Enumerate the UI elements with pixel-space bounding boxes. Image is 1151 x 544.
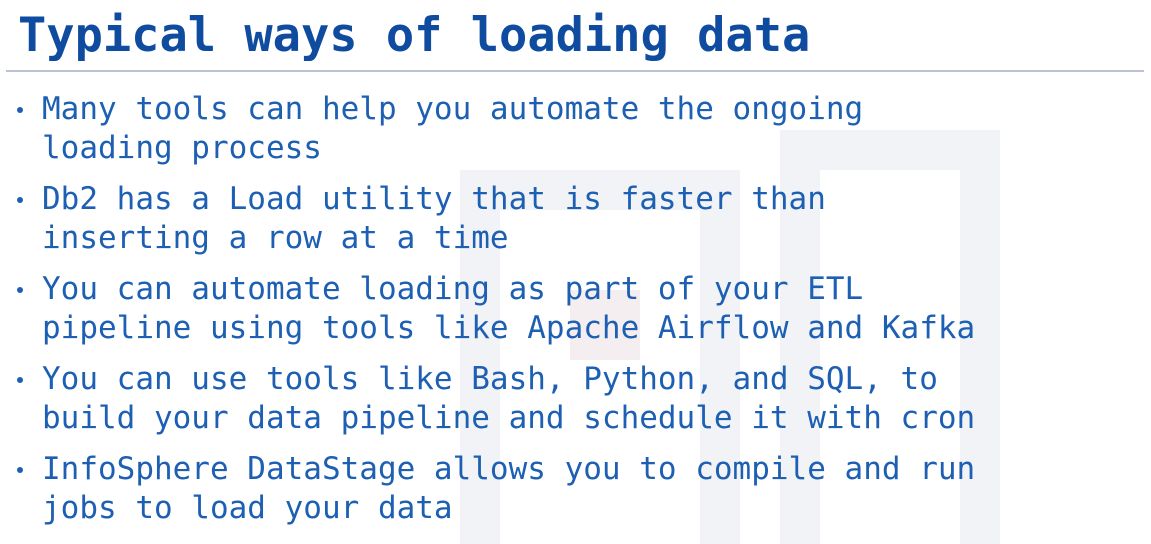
slide: Typical ways of loading data Many tools …	[0, 0, 1151, 544]
bullet-line: Db2 has a Load utility that is faster th…	[42, 181, 826, 217]
bullet-line: You can automate loading as part of your…	[42, 271, 864, 307]
bullet-dot-icon	[17, 107, 23, 113]
bullet-line: You can use tools like Bash, Python, and…	[42, 361, 938, 397]
bullet-line: jobs to load your data	[42, 490, 453, 526]
bullet-line: InfoSphere DataStage allows you to compi…	[42, 451, 976, 487]
bullet-dot-icon	[17, 377, 23, 383]
bullet-item: InfoSphere DataStage allows you to compi…	[0, 450, 975, 528]
bullet-line: loading process	[42, 130, 322, 166]
bullet-dot-icon	[17, 287, 23, 293]
title-divider	[6, 70, 1144, 72]
bullet-line: build your data pipeline and schedule it…	[42, 400, 976, 436]
bullet-item: Many tools can help you automate the ong…	[0, 90, 975, 168]
bullet-item: You can automate loading as part of your…	[0, 270, 975, 348]
bullet-dot-icon	[17, 467, 23, 473]
bullet-line: inserting a row at a time	[42, 220, 509, 256]
bullet-item: Db2 has a Load utility that is faster th…	[0, 180, 975, 258]
bullet-dot-icon	[17, 197, 23, 203]
bullet-line: pipeline using tools like Apache Airflow…	[42, 310, 976, 346]
bullet-list: Many tools can help you automate the ong…	[0, 90, 975, 540]
slide-title: Typical ways of loading data	[18, 8, 811, 63]
bullet-line: Many tools can help you automate the ong…	[42, 91, 864, 127]
bullet-item: You can use tools like Bash, Python, and…	[0, 360, 975, 438]
